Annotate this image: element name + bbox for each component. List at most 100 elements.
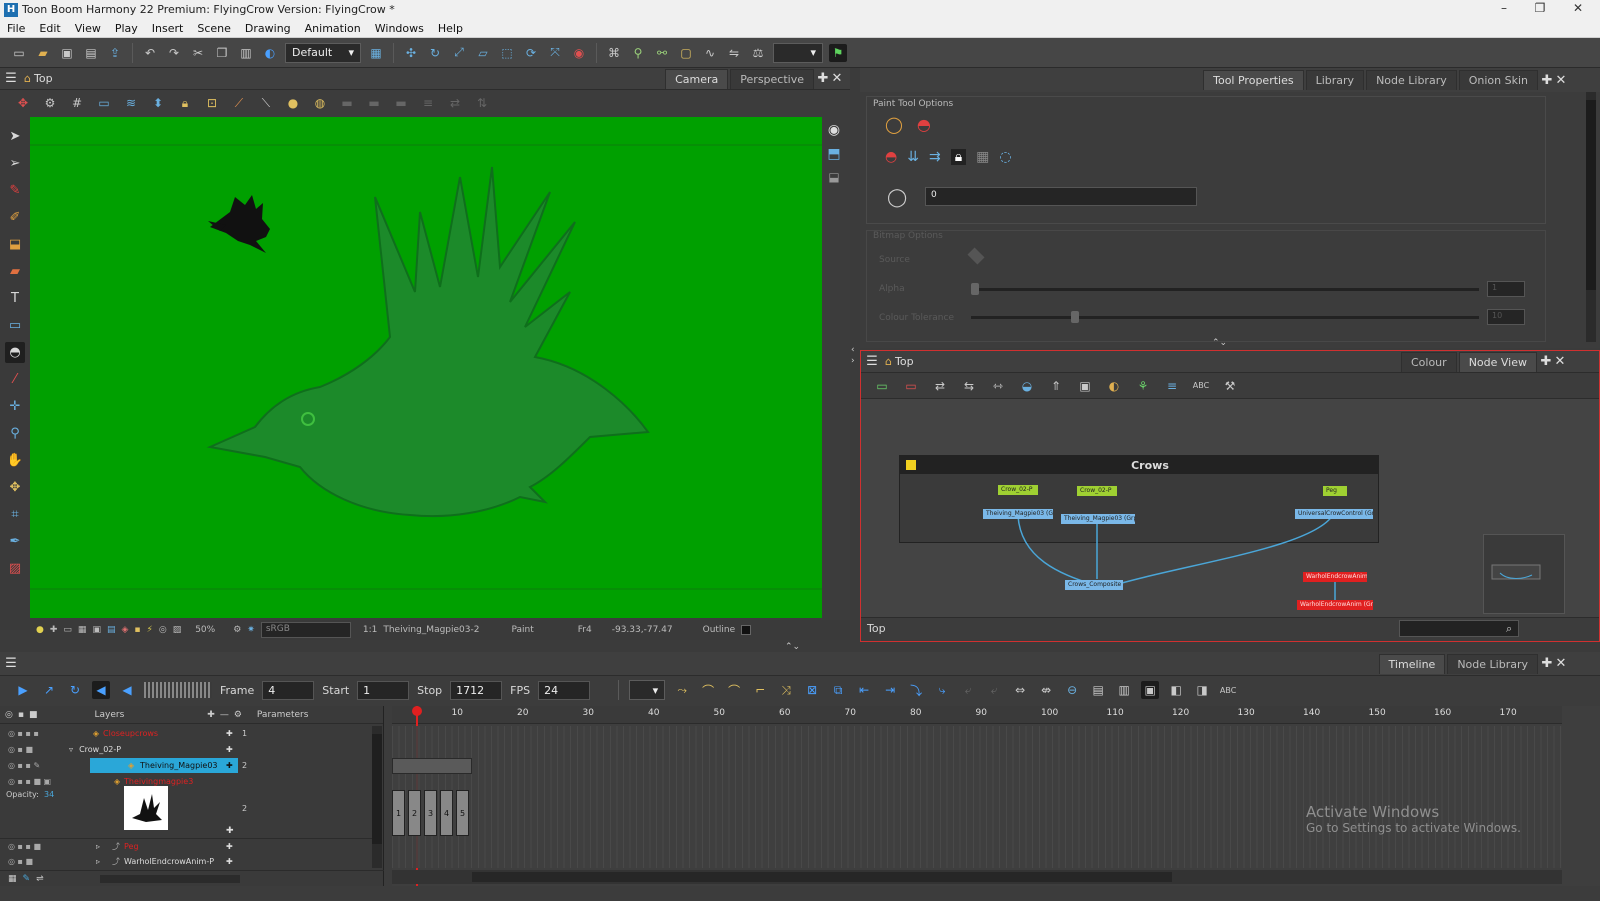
render-preview-icon[interactable]: ✷ [247, 625, 255, 635]
scrollbar-thumb[interactable] [472, 872, 1172, 882]
layer-row[interactable]: ◎ ▪ ■ ▹ ⤴ WarholEndcrowAnim-P ✚ [0, 854, 376, 869]
repaint-icon[interactable]: ⇉ [929, 149, 941, 165]
stencil-icon[interactable]: ◍ [311, 94, 329, 112]
lock-icon[interactable]: 🔒︎ [176, 94, 194, 112]
envelope-icon[interactable]: ▢ [677, 44, 695, 62]
paint-unpainted-icon[interactable]: ⇊ [907, 149, 919, 165]
visibility-icon[interactable]: ◎ ▪ ▪ ■ [8, 842, 41, 851]
layer-name[interactable]: Closeupcrows [103, 729, 158, 738]
layer-row[interactable]: ◎ ▪ ■ ▿ Crow_02-P ✚ [0, 742, 376, 757]
eraser-icon[interactable]: ▰ [5, 261, 25, 282]
camera-mask-icon[interactable]: ▤ [107, 625, 116, 635]
rename-icon[interactable]: ABC [1219, 681, 1237, 699]
frame-ruler[interactable]: 10 20 30 40 50 60 70 80 90 100 110 120 130 140 150 160 1… [392, 706, 1562, 724]
outline-toggle[interactable] [741, 625, 752, 635]
spline-offset-icon[interactable]: ⤧ [546, 44, 564, 62]
tab-library[interactable]: Library [1305, 70, 1365, 90]
close-gap-circle-icon[interactable]: ◯ [887, 187, 907, 208]
deform-dropdown[interactable]: ▾ [773, 42, 823, 63]
sound-icon[interactable]: ◀ [92, 681, 110, 699]
close-gap-icon[interactable]: ◌ [999, 149, 1011, 165]
breadcrumb[interactable]: Top [895, 355, 914, 368]
menu-edit[interactable]: Edit [32, 22, 67, 35]
unpaint-icon[interactable]: 🔒︎ [950, 149, 967, 165]
layers-icon[interactable]: ⬒ [827, 146, 840, 162]
remove-layer-icon[interactable]: — [220, 710, 229, 720]
zoom-value[interactable]: 50% [195, 625, 215, 635]
ink-pot-icon[interactable]: ▨ [5, 558, 25, 579]
drawing-exposure-row[interactable] [392, 758, 472, 774]
grid-small-icon[interactable]: ▦ [8, 874, 17, 884]
drawing-cell[interactable]: 1 [392, 790, 405, 836]
save-as-icon[interactable]: ▤ [82, 44, 100, 62]
start-input[interactable]: 1 [357, 680, 410, 700]
safe-area-icon[interactable]: ▭ [95, 94, 113, 112]
add-layer-icon[interactable]: ✚ [207, 710, 215, 720]
free-form-icon[interactable]: ⇋ [725, 44, 743, 62]
locked-drawing-icon[interactable]: ▨ [173, 625, 182, 635]
key-prev-icon[interactable]: ⇤ [855, 681, 873, 699]
lock-small-icon[interactable]: ▪ [134, 625, 140, 635]
ease-out-icon[interactable]: ⌒ [725, 681, 743, 699]
drawing-cell[interactable]: 4 [440, 790, 453, 836]
mask-icon[interactable]: ▭ [63, 625, 72, 635]
tab-node-library[interactable]: Node Library [1447, 653, 1538, 674]
stop-input[interactable]: 1712 [450, 680, 503, 700]
stepped-icon[interactable]: ⌐ [751, 681, 769, 699]
colorspace-dropdown[interactable]: sRGB [260, 622, 351, 638]
layer-row-selected[interactable]: ◎ ▪ ▪ ✎ ◈ Theiving_Magpie03 ✚ 2 [0, 758, 376, 773]
brush-small-icon[interactable]: ✎ [23, 874, 31, 884]
sort-front-icon[interactable]: ▬ [365, 94, 383, 112]
translate-icon[interactable]: ✣ [402, 44, 420, 62]
game-bone-icon[interactable]: ⚯ [653, 44, 671, 62]
layer-name[interactable]: Crow_02-P [79, 745, 121, 754]
render-icon[interactable]: ◎ [159, 625, 167, 635]
drawing-cell[interactable]: 5 [456, 790, 469, 836]
contour-editor-icon[interactable]: ➢ [5, 153, 25, 174]
ik-icon[interactable]: ⟳ [522, 44, 540, 62]
add-icon[interactable]: ✚ [226, 729, 233, 738]
weighted-icon[interactable]: ⚖ [749, 44, 767, 62]
close-view-icon[interactable]: ✕ [1553, 354, 1567, 369]
convert-icon[interactable]: ⤨ [777, 681, 795, 699]
close-gap-input[interactable]: 0 [925, 187, 1197, 206]
tolerance-slider[interactable] [971, 316, 1479, 319]
fps-input[interactable]: 24 [538, 680, 591, 700]
add-icon[interactable]: ✚ [226, 842, 233, 851]
motion-icon[interactable]: ⊠ [803, 681, 821, 699]
play-icon[interactable]: ▶ [14, 681, 32, 699]
menu-file[interactable]: File [0, 22, 32, 35]
link-icon[interactable]: ⇌ [36, 874, 44, 884]
menu-help[interactable]: Help [431, 22, 470, 35]
settings-gear-icon[interactable]: ⚙ [41, 94, 59, 112]
flip-horizontal-icon[interactable]: ⇄ [446, 94, 464, 112]
visibility-icon[interactable]: ◎ ▪ ▪ ✎ [8, 761, 40, 770]
rectangle-icon[interactable]: ▭ [5, 315, 25, 336]
skew-icon[interactable]: ▱ [474, 44, 492, 62]
playback-speed-slider[interactable] [144, 682, 212, 698]
layer-row[interactable]: ◎ ▪ ▪ ■ ▹ ⤴ Peg ✚ [0, 838, 376, 853]
expand-icon[interactable]: ▿ [69, 745, 73, 754]
menu-animation[interactable]: Animation [298, 22, 368, 35]
hold-icon[interactable]: ▣ [1141, 681, 1160, 699]
key-copy-icon[interactable]: ⤷ [933, 681, 951, 699]
visibility-icon[interactable]: ◎ ▪ ■ [8, 857, 33, 866]
node-search-input[interactable] [1399, 620, 1519, 637]
node-group[interactable]: Theiving_Magpie03 (Grp) [1061, 514, 1135, 524]
bone-icon[interactable]: ⚲ [629, 44, 647, 62]
alpha-value[interactable]: 1 [1487, 281, 1525, 297]
frames-hscroll[interactable] [392, 870, 1562, 884]
zoom-icon[interactable]: ⚲ [5, 423, 25, 444]
scrollbar-thumb[interactable] [1586, 100, 1596, 290]
collapsed-icon[interactable]: ▹ [96, 857, 100, 866]
close-view-icon[interactable]: ✕ [1554, 656, 1568, 671]
tree-icon[interactable]: ⚘ [1134, 377, 1152, 395]
feather-icon[interactable]: ✒ [5, 531, 25, 552]
menu-windows[interactable]: Windows [368, 22, 431, 35]
play-selection-icon[interactable]: ↗ [40, 681, 58, 699]
menu-insert[interactable]: Insert [145, 22, 191, 35]
import-icon[interactable]: ⇪ [106, 44, 124, 62]
add-view-icon[interactable]: ✚ [1539, 354, 1553, 369]
node-peg[interactable]: Peg [1323, 486, 1347, 496]
enable-icon[interactable]: ◐ [1105, 377, 1123, 395]
